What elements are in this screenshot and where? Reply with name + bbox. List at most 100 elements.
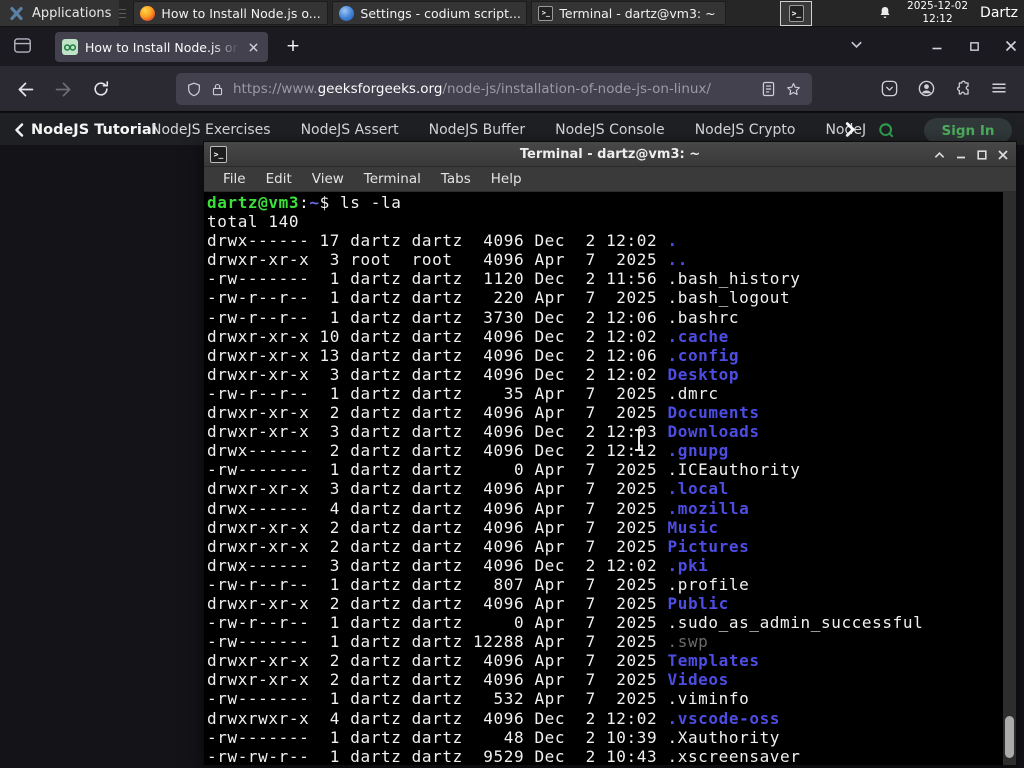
firefox-view-icon[interactable] xyxy=(13,37,32,54)
ls-row: drwxr-xr-x 2 dartz dartz 4096 Apr 7 2025… xyxy=(207,403,760,423)
hamburger-menu-icon[interactable] xyxy=(988,77,1010,99)
ls-row: drwx------ 4 dartz dartz 4096 Apr 7 2025… xyxy=(207,498,750,518)
ls-row: drwxrwxr-x 4 dartz dartz 4096 Dec 2 12:0… xyxy=(207,708,781,728)
ls-row: -rw-r--r-- 1 dartz dartz 220 Apr 7 2025 … xyxy=(207,288,791,308)
notification-bell-icon[interactable] xyxy=(877,5,893,21)
desktop: Applications How to Install Node.js o...… xyxy=(0,0,1024,768)
taskbar-window-firefox[interactable]: How to Install Node.js o... xyxy=(133,1,329,25)
taskbar: Applications How to Install Node.js o...… xyxy=(0,0,1024,27)
terminal-icon: >_ xyxy=(788,4,804,22)
nav-back-nodejs-tutorial[interactable]: NodeJS Tutorial xyxy=(14,113,157,146)
ibeam-cursor xyxy=(634,429,644,451)
codium-icon xyxy=(339,5,355,21)
terminal-minimize-button[interactable] xyxy=(956,150,966,159)
ls-row: drwx------ 2 dartz dartz 4096 Dec 2 12:1… xyxy=(207,441,729,461)
list-all-tabs-icon[interactable] xyxy=(849,37,864,52)
new-tab-button[interactable]: + xyxy=(281,35,305,59)
reader-mode-icon[interactable] xyxy=(761,81,776,97)
extensions-puzzle-icon[interactable] xyxy=(951,77,974,100)
browser-maximize-button[interactable] xyxy=(962,35,986,57)
ls-row: drwxr-xr-x 2 dartz dartz 4096 Apr 7 2025… xyxy=(207,593,729,613)
terminal-menubar: File Edit View Terminal Tabs Help xyxy=(204,167,1016,192)
search-icon[interactable] xyxy=(878,122,895,139)
terminal-window: >_ Terminal - dartz@vm3: ~ File Edit Vie… xyxy=(203,141,1017,766)
nav-link-nodejs-crypto[interactable]: NodeJS Crypto xyxy=(695,122,796,138)
ls-row: drwxr-xr-x 10 dartz dartz 4096 Dec 2 12:… xyxy=(207,326,729,346)
ls-row: -rw------- 1 dartz dartz 12288 Apr 7 202… xyxy=(207,632,709,652)
applications-icon xyxy=(8,5,25,22)
taskbar-window-terminal[interactable]: >_ Terminal - dartz@vm3: ~ xyxy=(531,1,727,25)
ls-row: -rw-r--r-- 1 dartz dartz 807 Apr 7 2025 … xyxy=(207,574,750,594)
menu-help[interactable]: Help xyxy=(481,171,532,187)
user-menu[interactable]: Dartz xyxy=(980,5,1018,21)
ls-row: drwxr-xr-x 3 dartz dartz 4096 Dec 2 12:0… xyxy=(207,422,760,442)
browser-close-button[interactable] xyxy=(999,35,1023,57)
browser-tab-bar: How to Install Node.js on + xyxy=(0,27,1024,66)
ls-row: drwxr-xr-x 2 dartz dartz 4096 Apr 7 2025… xyxy=(207,536,750,556)
ls-row: -rw------- 1 dartz dartz 48 Dec 2 10:39 … xyxy=(207,727,781,747)
terminal-maximize-button[interactable] xyxy=(977,149,987,160)
ls-row: drwxr-xr-x 3 root root 4096 Apr 7 2025 .… xyxy=(207,250,688,270)
taskbar-window-label: How to Install Node.js o... xyxy=(161,5,321,21)
forward-icon[interactable] xyxy=(51,77,76,102)
ls-row: drwxr-xr-x 3 dartz dartz 4096 Dec 2 12:0… xyxy=(207,364,740,384)
tab-title: How to Install Node.js on xyxy=(85,39,239,55)
lock-icon[interactable] xyxy=(211,82,224,97)
ls-row: drwx------ 3 dartz dartz 4096 Dec 2 12:0… xyxy=(207,555,709,575)
clock-date: 2025-12-02 xyxy=(907,0,969,13)
ls-row: -rw------- 1 dartz dartz 532 Apr 7 2025 … xyxy=(207,689,750,709)
ls-row: drwxr-xr-x 2 dartz dartz 4096 Apr 7 2025… xyxy=(207,517,719,537)
ls-row: drwxr-xr-x 2 dartz dartz 4096 Apr 7 2025… xyxy=(207,670,729,690)
terminal-output-area[interactable]: dartz@vm3:~$ ls -la total 140 drwx------… xyxy=(204,192,1016,765)
ls-row: -rw-r--r-- 1 dartz dartz 0 Apr 7 2025 .s… xyxy=(207,613,924,633)
url-text: https://www.geeksforgeeks.org/node-js/in… xyxy=(233,81,711,97)
account-icon[interactable] xyxy=(915,77,938,100)
browser-tab[interactable]: How to Install Node.js on xyxy=(55,32,268,62)
ls-row: drwxr-xr-x 2 dartz dartz 4096 Apr 7 2025… xyxy=(207,651,760,671)
menu-edit[interactable]: Edit xyxy=(256,171,302,187)
applications-menu-button[interactable]: Applications xyxy=(0,0,120,26)
ls-row: -rw-r--r-- 1 dartz dartz 35 Apr 7 2025 .… xyxy=(207,383,719,403)
tray-terminal-launcher[interactable]: >_ xyxy=(780,0,813,26)
terminal-scrollbar[interactable] xyxy=(1003,192,1016,765)
terminal-titlebar[interactable]: >_ Terminal - dartz@vm3: ~ xyxy=(204,142,1016,167)
clock-time: 12:12 xyxy=(922,13,953,25)
nav-link-nodejs-buffer[interactable]: NodeJS Buffer xyxy=(429,122,526,138)
terminal-scrollbar-thumb[interactable] xyxy=(1005,716,1014,758)
terminal-close-button[interactable] xyxy=(998,149,1008,160)
ls-row: drwxr-xr-x 13 dartz dartz 4096 Dec 2 12:… xyxy=(207,345,740,365)
ls-row: -rw-rw-r-- 1 dartz dartz 9529 Dec 2 10:4… xyxy=(207,746,801,765)
menu-terminal[interactable]: Terminal xyxy=(354,171,431,187)
bookmark-star-icon[interactable] xyxy=(785,81,802,98)
taskbar-window-codium-settings[interactable]: Settings - codium script... xyxy=(332,1,528,25)
browser-minimize-button[interactable] xyxy=(925,35,949,57)
clock[interactable]: 2025-12-02 12:12 xyxy=(907,0,968,25)
terminal-icon: >_ xyxy=(538,5,554,21)
nav-link-nodejs-console[interactable]: NodeJS Console xyxy=(555,122,665,138)
nav-more-chevron-right-icon[interactable] xyxy=(845,122,856,137)
applications-label: Applications xyxy=(32,5,112,21)
url-bar[interactable]: https://www.geeksforgeeks.org/node-js/in… xyxy=(176,73,812,105)
tab-close-icon[interactable] xyxy=(246,40,261,55)
shield-icon[interactable] xyxy=(186,81,202,98)
menu-file[interactable]: File xyxy=(213,171,256,187)
terminal-shade-button[interactable] xyxy=(934,151,945,159)
menu-tabs[interactable]: Tabs xyxy=(431,171,481,187)
terminal-prompt-line: dartz@vm3:~$ ls -la xyxy=(207,193,402,212)
reload-icon[interactable] xyxy=(89,77,113,101)
ls-row: -rw------- 1 dartz dartz 1120 Dec 2 11:5… xyxy=(207,269,801,289)
ls-row: -rw-r--r-- 1 dartz dartz 3730 Dec 2 12:0… xyxy=(207,307,740,327)
pocket-save-icon[interactable] xyxy=(878,77,901,100)
taskbar-window-label: Terminal - dartz@vm3: ~ xyxy=(559,5,716,21)
ls-row: -rw------- 1 dartz dartz 0 Apr 7 2025 .I… xyxy=(207,460,801,480)
chevron-left-icon xyxy=(15,122,24,137)
browser-toolbar: https://www.geeksforgeeks.org/node-js/in… xyxy=(0,66,1024,112)
back-icon[interactable] xyxy=(13,77,38,102)
geeksforgeeks-favicon xyxy=(62,39,78,55)
nav-link-nodejs-assert[interactable]: NodeJS Assert xyxy=(301,122,399,138)
terminal-output: dartz@vm3:~$ ls -la total 140 drwx------… xyxy=(207,193,923,765)
menu-view[interactable]: View xyxy=(302,171,354,187)
terminal-total-line: total 140 xyxy=(207,212,300,232)
nav-link-nodejs-exercises[interactable]: NodeJS Exercises xyxy=(151,122,271,138)
sign-in-button[interactable]: Sign In xyxy=(924,118,1012,143)
